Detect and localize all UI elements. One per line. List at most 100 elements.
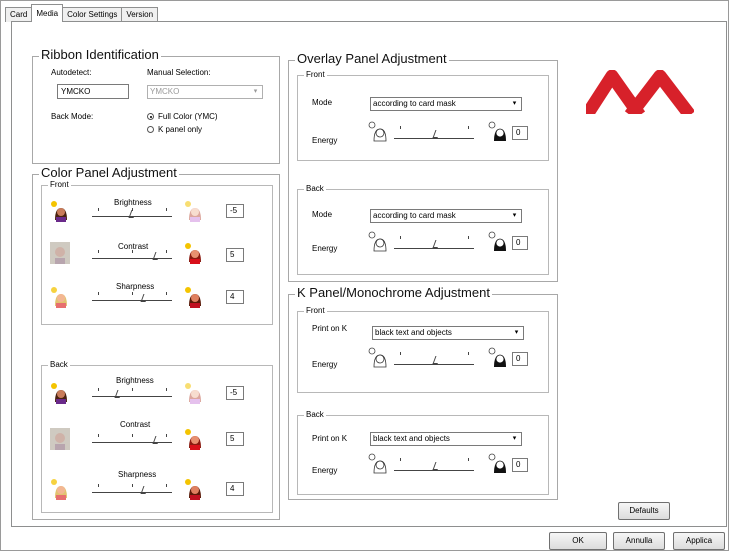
- portrait-filled-icon: [488, 230, 508, 252]
- k-front-energy-label: Energy: [312, 360, 338, 369]
- overlay-front-subgroup: Front Mode according to card mask ▾ Ener…: [297, 70, 549, 161]
- tab-strip: Card Media Color Settings Version: [5, 4, 159, 22]
- back-contrast-label: Contrast: [120, 420, 151, 429]
- portrait-soft-icon: [50, 286, 70, 308]
- k-panel-adjustment-group: K Panel/Monochrome Adjustment Front Prin…: [288, 285, 558, 500]
- k-back-label: Back: [304, 410, 326, 420]
- k-back-energy-value[interactable]: 0: [512, 458, 528, 472]
- overlay-back-label: Back: [304, 184, 326, 194]
- k-front-print-label: Print on K: [312, 324, 348, 333]
- radio-selected-icon: [147, 113, 154, 120]
- ok-button[interactable]: OK: [549, 532, 607, 550]
- back-sharpness-value[interactable]: 4: [226, 482, 244, 496]
- overlay-back-mode-dropdown[interactable]: according to card mask ▾: [370, 209, 522, 223]
- front-brightness-value[interactable]: -5: [226, 204, 244, 218]
- portrait-low-contrast-icon: [50, 428, 70, 450]
- brand-logo: [586, 70, 694, 114]
- chevron-down-icon: ▾: [512, 100, 517, 107]
- front-sharpness-value[interactable]: 4: [226, 290, 244, 304]
- manual-selection-dropdown[interactable]: YMCKO ▾: [147, 85, 263, 99]
- portrait-high-contrast-icon: [184, 242, 204, 264]
- portrait-outline-icon: [368, 230, 388, 252]
- slider-thumb[interactable]: [432, 356, 441, 364]
- overlay-front-energy-value[interactable]: 0: [512, 126, 528, 140]
- k-front-energy-slider[interactable]: [394, 352, 474, 366]
- front-sharpness-slider[interactable]: [92, 292, 172, 306]
- tab-version[interactable]: Version: [121, 7, 159, 22]
- back-mode-label: Back Mode:: [51, 112, 94, 121]
- back-sharpness-slider[interactable]: [92, 484, 172, 498]
- front-contrast-slider[interactable]: [92, 250, 172, 264]
- slider-thumb[interactable]: [432, 130, 441, 138]
- portrait-light-icon: [184, 200, 204, 222]
- overlay-back-mode-value: according to card mask: [373, 211, 456, 220]
- portrait-outline-icon: [368, 346, 388, 368]
- color-back-label: Back: [48, 360, 70, 370]
- media-tab-page: Ribbon Identification Autodetect: YMCKO …: [11, 21, 727, 527]
- k-back-subgroup: Back Print on K black text and objects ▾…: [297, 410, 549, 495]
- overlay-front-mode-value: according to card mask: [373, 99, 456, 108]
- overlay-front-mode-label: Mode: [312, 98, 333, 107]
- color-panel-adjustment-title: Color Panel Adjustment: [39, 165, 179, 181]
- chevron-down-icon: ▾: [514, 329, 519, 336]
- tab-card[interactable]: Card: [5, 7, 33, 22]
- portrait-outline-icon: [368, 452, 388, 474]
- front-brightness-label: Brightness: [114, 198, 152, 207]
- slider-thumb[interactable]: [432, 240, 441, 248]
- color-panel-adjustment-group: Color Panel Adjustment Front Brightness …: [32, 165, 280, 520]
- overlay-back-energy-value[interactable]: 0: [512, 236, 528, 250]
- overlay-front-mode-dropdown[interactable]: according to card mask ▾: [370, 97, 522, 111]
- portrait-filled-icon: [488, 120, 508, 142]
- back-brightness-label: Brightness: [116, 376, 154, 385]
- slider-thumb[interactable]: [432, 462, 441, 470]
- k-front-energy-value[interactable]: 0: [512, 352, 528, 366]
- defaults-button[interactable]: Defaults: [618, 502, 670, 520]
- apply-button[interactable]: Applica: [673, 532, 725, 550]
- radio-k-panel-only[interactable]: K panel only: [147, 125, 202, 135]
- ribbon-identification-group: Ribbon Identification Autodetect: YMCKO …: [32, 47, 280, 164]
- radio-full-color[interactable]: Full Color (YMC): [147, 112, 218, 122]
- overlay-back-energy-label: Energy: [312, 244, 338, 253]
- portrait-dark-icon: [50, 200, 70, 222]
- k-back-energy-slider[interactable]: [394, 458, 474, 472]
- back-brightness-value[interactable]: -5: [226, 386, 244, 400]
- portrait-sharp-icon: [184, 286, 204, 308]
- manual-selection-label: Manual Selection:: [147, 68, 211, 77]
- k-front-label: Front: [304, 306, 327, 316]
- portrait-outline-icon: [368, 120, 388, 142]
- k-back-print-dropdown[interactable]: black text and objects ▾: [370, 432, 522, 446]
- chevron-down-icon: ▾: [253, 88, 258, 95]
- overlay-front-label: Front: [304, 70, 327, 80]
- overlay-front-energy-label: Energy: [312, 136, 338, 145]
- tab-media[interactable]: Media: [31, 4, 64, 22]
- k-back-print-label: Print on K: [312, 434, 348, 443]
- k-panel-adjustment-title: K Panel/Monochrome Adjustment: [295, 285, 492, 301]
- back-sharpness-label: Sharpness: [118, 470, 157, 479]
- k-back-print-value: black text and objects: [373, 434, 450, 443]
- k-back-energy-label: Energy: [312, 466, 338, 475]
- cancel-button[interactable]: Annulla: [613, 532, 665, 550]
- k-front-print-dropdown[interactable]: black text and objects ▾: [372, 326, 524, 340]
- front-brightness-slider[interactable]: [92, 208, 172, 222]
- front-sharpness-label: Sharpness: [116, 282, 155, 291]
- portrait-soft-icon: [50, 478, 70, 500]
- radio-empty-icon: [147, 126, 154, 133]
- tab-color-settings[interactable]: Color Settings: [62, 7, 123, 22]
- portrait-dark-icon: [50, 382, 70, 404]
- front-contrast-value[interactable]: 5: [226, 248, 244, 262]
- color-front-subgroup: Front Brightness -5 Contrast 5 Sharpness…: [41, 180, 273, 325]
- portrait-high-contrast-icon: [184, 428, 204, 450]
- overlay-back-mode-label: Mode: [312, 210, 333, 219]
- autodetect-label: Autodetect:: [51, 68, 92, 77]
- overlay-back-energy-slider[interactable]: [394, 236, 474, 250]
- overlay-front-energy-slider[interactable]: [394, 126, 474, 140]
- k-front-subgroup: Front Print on K black text and objects …: [297, 306, 549, 393]
- printer-properties-window: Card Media Color Settings Version Ribbon…: [0, 0, 729, 551]
- ribbon-identification-title: Ribbon Identification: [39, 47, 161, 63]
- back-contrast-value[interactable]: 5: [226, 432, 244, 446]
- overlay-back-subgroup: Back Mode according to card mask ▾ Energ…: [297, 184, 549, 275]
- back-brightness-slider[interactable]: [92, 388, 172, 402]
- k-front-print-value: black text and objects: [375, 328, 452, 337]
- autodetect-field[interactable]: YMCKO: [57, 84, 129, 99]
- back-contrast-slider[interactable]: [92, 434, 172, 448]
